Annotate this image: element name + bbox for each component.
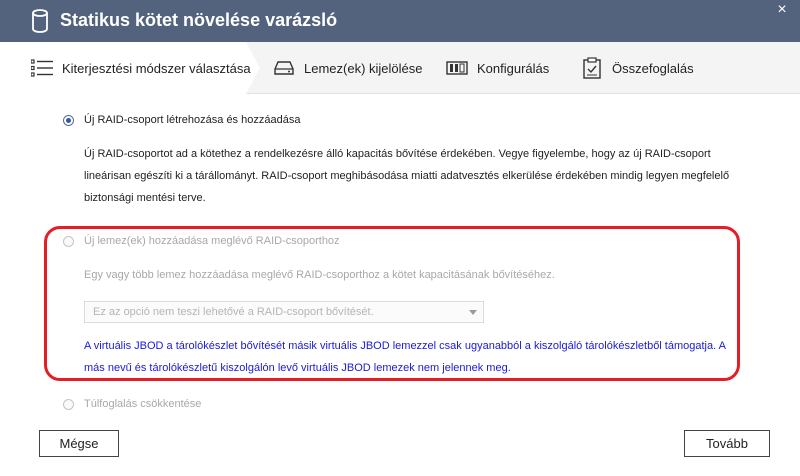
next-button[interactable]: Tovább	[684, 430, 770, 457]
clipboard-icon	[580, 56, 604, 80]
radio-new-raid-group[interactable]	[63, 115, 74, 126]
title-bar: Statikus kötet növelése varázsló ×	[0, 0, 800, 42]
step-configure[interactable]: Konfigurálás	[445, 42, 549, 94]
step-label: Konfigurálás	[477, 60, 550, 76]
raid-group-select-value: Ez az opció nem teszi lehetővé a RAID-cs…	[93, 306, 374, 318]
cancel-button[interactable]: Mégse	[39, 430, 119, 457]
virtual-jbod-note: A virtuális JBOD a tárolókészlet bővítés…	[84, 340, 726, 374]
step-label: Összefoglalás	[612, 60, 694, 76]
list-icon	[30, 56, 54, 80]
wizard-steps: Kiterjesztési módszer választása Lemez(e…	[0, 42, 800, 94]
step-label: Kiterjesztési módszer választása	[62, 60, 251, 76]
option-reduce-overprov-label: Túlfoglalás csökkentése	[84, 398, 202, 410]
window-title: Statikus kötet növelése varázsló	[60, 10, 338, 30]
close-button[interactable]: ×	[774, 2, 790, 18]
step-method[interactable]: Kiterjesztési módszer választása	[30, 42, 251, 94]
chevron-down-icon	[469, 310, 477, 315]
option-new-raid-description: Új RAID-csoportot ad a kötethez a rendel…	[84, 148, 730, 204]
option-add-disks-description: Egy vagy több lemez hozzáadása meglévő R…	[84, 269, 555, 281]
step-label: Lemez(ek) kijelölése	[304, 60, 423, 76]
config-icon	[445, 56, 469, 80]
raid-group-select[interactable]: Ez az opció nem teszi lehetővé a RAID-cs…	[84, 301, 484, 323]
database-icon	[32, 9, 48, 33]
step-disks[interactable]: Lemez(ek) kijelölése	[272, 42, 423, 94]
option-add-disks-label: Új lemez(ek) hozzáadása meglévő RAID-cso…	[84, 235, 340, 247]
radio-reduce-overprovisioning[interactable]	[63, 399, 74, 410]
radio-add-disks-to-raid[interactable]	[63, 236, 74, 247]
disk-icon	[272, 56, 296, 80]
step-summary[interactable]: Összefoglalás	[580, 42, 694, 94]
option-new-raid-label: Új RAID-csoport létrehozása és hozzáadás…	[84, 114, 301, 126]
